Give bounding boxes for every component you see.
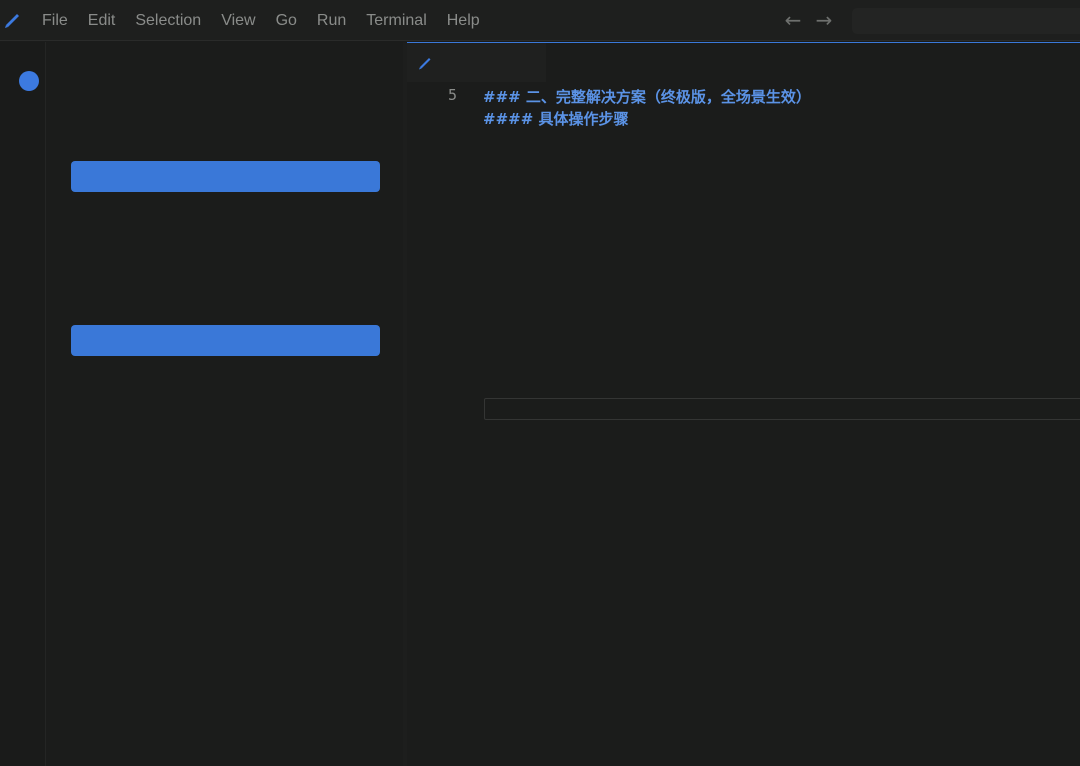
command-center[interactable] [852, 8, 1080, 34]
menu-view[interactable]: View [211, 0, 265, 41]
menu-selection[interactable]: Selection [125, 0, 211, 41]
side-panel [47, 42, 403, 766]
code-line[interactable]: ### 二、完整解决方案（终极版，全场景生效） [483, 86, 811, 107]
forward-arrow-icon[interactable]: → [812, 8, 836, 32]
line-number: 5 [447, 86, 457, 104]
activity-bar [0, 42, 46, 766]
menu-file[interactable]: File [32, 0, 78, 41]
menu-go[interactable]: Go [266, 0, 307, 41]
menu-edit[interactable]: Edit [78, 0, 126, 41]
editor-tab[interactable] [407, 42, 546, 82]
menu-terminal[interactable]: Terminal [356, 0, 436, 41]
circle-icon[interactable] [19, 71, 39, 91]
editor-area: 5 ### 二、完整解决方案（终极版，全场景生效） #### 具体操作步骤 [407, 42, 1080, 766]
pencil-icon [5, 14, 19, 28]
panel-primary-button[interactable] [71, 161, 380, 192]
code-line[interactable]: #### 具体操作步骤 [483, 108, 629, 129]
menu-bar: File Edit Selection View Go Run Terminal… [32, 0, 490, 41]
back-arrow-icon[interactable]: ← [781, 8, 805, 32]
panel-secondary-button[interactable] [71, 325, 380, 356]
inline-input[interactable] [484, 398, 1080, 420]
title-bar: File Edit Selection View Go Run Terminal… [0, 0, 1080, 41]
menu-run[interactable]: Run [307, 0, 356, 41]
tab-strip-border [546, 42, 1080, 43]
menu-help[interactable]: Help [437, 0, 490, 41]
pencil-icon [419, 58, 431, 70]
